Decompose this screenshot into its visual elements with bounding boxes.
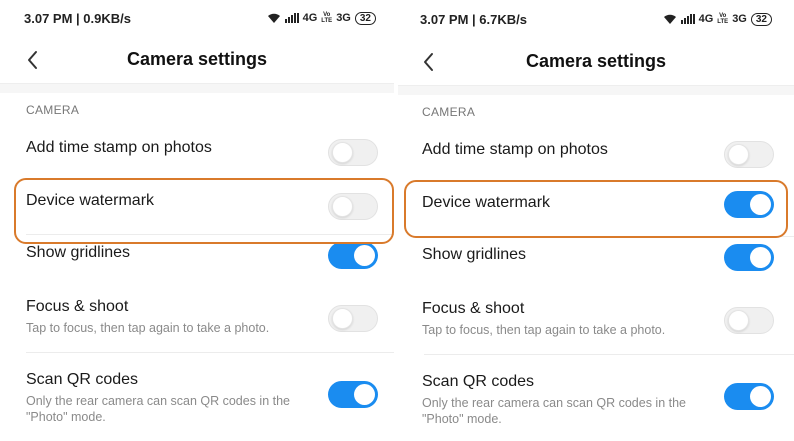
setting-subtitle: Only the rear camera can scan QR codes i… — [422, 396, 687, 426]
timestamp-toggle[interactable] — [328, 139, 378, 166]
status-bar: 3.07 PM | 6.7KB/s 4G Vo LTE 3G 32 — [398, 0, 794, 38]
setting-row-timestamp[interactable]: Add time stamp on photos — [0, 129, 394, 182]
setting-row-timestamp[interactable]: Add time stamp on photos — [398, 131, 794, 184]
page-title: Camera settings — [126, 49, 268, 69]
wifi-icon — [267, 13, 281, 24]
timestamp-toggle[interactable] — [724, 141, 774, 168]
toggle-knob — [354, 384, 375, 405]
toggle-knob — [728, 310, 749, 331]
status-time: 3.07 PM | 0.9KB/s — [24, 10, 131, 26]
toggle-knob — [332, 308, 353, 329]
status-bar: 3.07 PM | 0.9KB/s 4G Vo LTE 3G 32 — [0, 0, 394, 36]
setting-row-gridlines[interactable]: Show gridlines — [0, 235, 394, 288]
toggle-knob — [354, 245, 375, 266]
toggle-knob — [750, 247, 771, 268]
watermark-toggle[interactable] — [328, 193, 378, 220]
gridlines-toggle[interactable] — [328, 242, 378, 269]
toggle-knob — [750, 386, 771, 407]
page-title: Camera settings — [525, 51, 667, 71]
back-arrow-icon[interactable] — [420, 50, 440, 74]
setting-row-watermark[interactable]: Device watermark — [0, 182, 394, 235]
title-bar: Camera settings — [398, 38, 794, 86]
wifi-icon — [663, 14, 677, 25]
focus-shoot-toggle[interactable] — [328, 305, 378, 332]
setting-row-watermark[interactable]: Device watermark — [398, 184, 794, 237]
volte-label: Vo LTE — [717, 13, 729, 25]
section-header-camera: CAMERA — [26, 103, 80, 117]
section-header-camera: CAMERA — [422, 105, 476, 119]
setting-subtitle: Tap to focus, then tap again to take a p… — [422, 323, 666, 337]
back-arrow-icon[interactable] — [24, 48, 44, 72]
title-bar: Camera settings — [0, 36, 394, 84]
setting-subtitle: Only the rear camera can scan QR codes i… — [26, 394, 291, 424]
signal-icon — [680, 14, 695, 24]
phone-screen-before: 3.07 PM | 0.9KB/s 4G Vo LTE 3G 32 Camera … — [0, 0, 394, 441]
setting-subtitle: Tap to focus, then tap again to take a p… — [26, 321, 270, 335]
battery-icon: 32 — [354, 11, 376, 25]
scan-qr-toggle[interactable] — [328, 381, 378, 408]
scan-qr-toggle[interactable] — [724, 383, 774, 410]
toggle-knob — [332, 142, 353, 163]
network-3g-label: 3G — [336, 12, 351, 24]
toggle-knob — [750, 194, 771, 215]
network-4g-label: 4G — [698, 13, 714, 25]
status-icons: 4G Vo LTE 3G 32 — [663, 12, 772, 26]
toggle-knob — [332, 196, 353, 217]
section-gap — [0, 84, 394, 93]
setting-row-scan-qr[interactable]: Scan QR codes Only the rear camera can s… — [398, 355, 794, 435]
network-3g-label: 3G — [732, 13, 747, 25]
setting-row-focus-shoot[interactable]: Focus & shoot Tap to focus, then tap aga… — [398, 290, 794, 355]
battery-icon: 32 — [750, 12, 772, 26]
toggle-knob — [728, 144, 749, 165]
gridlines-toggle[interactable] — [724, 244, 774, 271]
setting-row-focus-shoot[interactable]: Focus & shoot Tap to focus, then tap aga… — [0, 288, 394, 353]
section-gap — [398, 86, 794, 95]
status-time: 3.07 PM | 6.7KB/s — [420, 11, 527, 27]
watermark-toggle[interactable] — [724, 191, 774, 218]
signal-icon — [284, 13, 299, 23]
phone-screen-after: 3.07 PM | 6.7KB/s 4G Vo LTE 3G 32 Camera … — [398, 0, 794, 441]
setting-row-scan-qr[interactable]: Scan QR codes Only the rear camera can s… — [0, 353, 394, 433]
focus-shoot-toggle[interactable] — [724, 307, 774, 334]
status-icons: 4G Vo LTE 3G 32 — [267, 11, 376, 25]
volte-label: Vo LTE — [321, 12, 333, 24]
setting-row-gridlines[interactable]: Show gridlines — [398, 237, 794, 290]
network-4g-label: 4G — [302, 12, 318, 24]
